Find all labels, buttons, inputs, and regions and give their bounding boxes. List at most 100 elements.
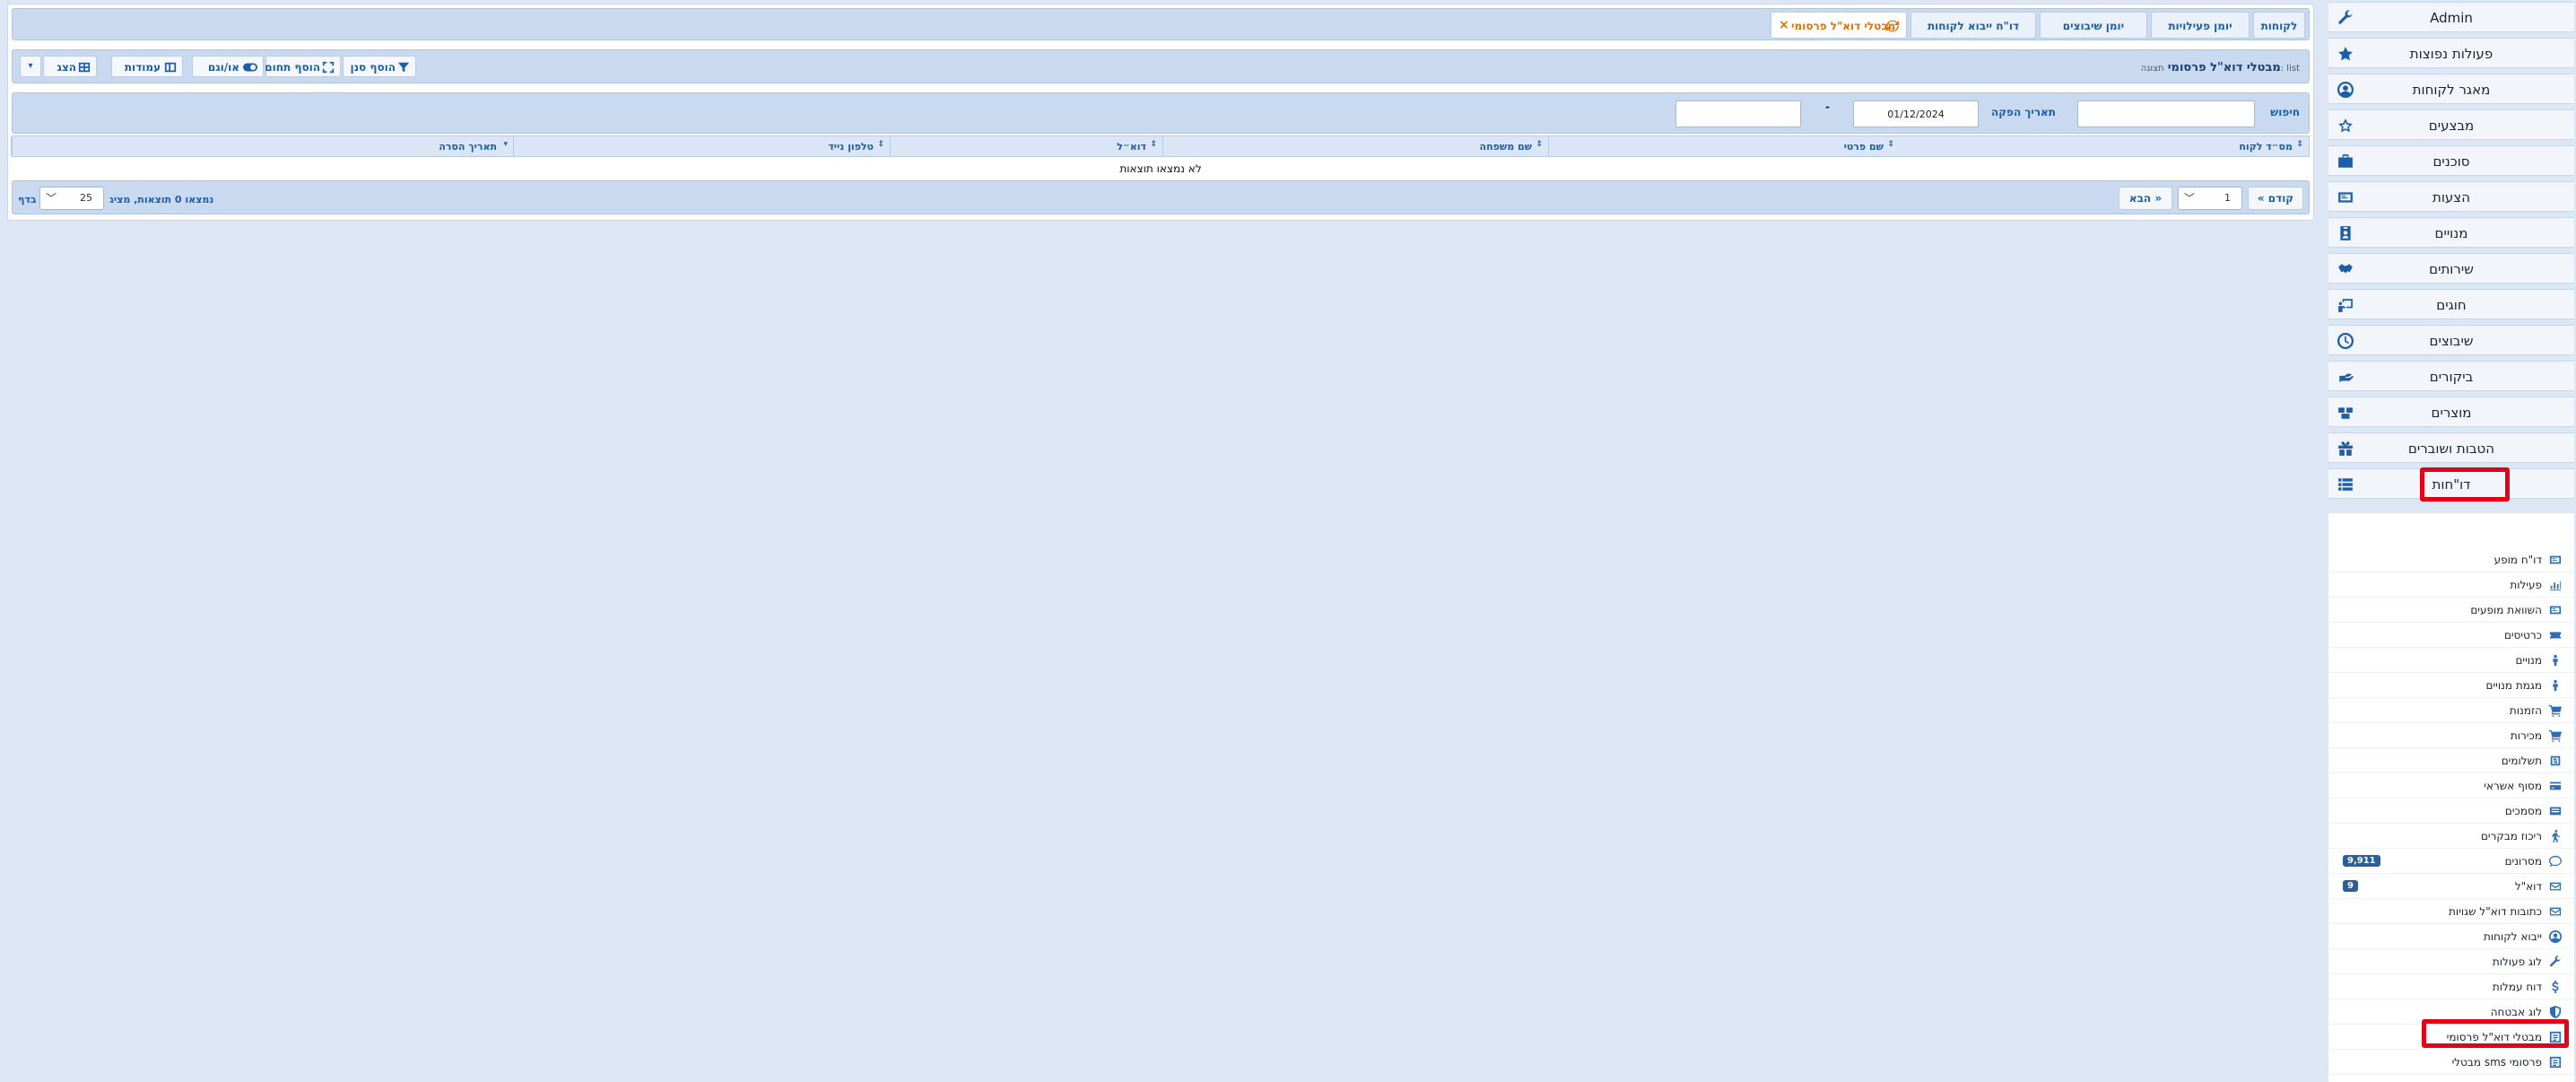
submenu-item-action-log[interactable]: לוג פעולות bbox=[2328, 949, 2574, 974]
cart-icon bbox=[2549, 704, 2562, 717]
tab-assignments-journal[interactable]: יומן שיבוצים bbox=[2040, 12, 2147, 39]
person-icon bbox=[2549, 679, 2562, 692]
submenu-item-activity[interactable]: פעילות bbox=[2328, 572, 2574, 598]
date-range-separator: - bbox=[1825, 100, 1830, 113]
submenu-item-documents[interactable]: מסמכים bbox=[2328, 798, 2574, 824]
filter-bar: חיפוש תאריך הפקה - bbox=[12, 92, 2310, 134]
boxes-icon bbox=[2337, 405, 2354, 421]
submenu-item-subscriptions[interactable]: מנויים bbox=[2328, 648, 2574, 673]
columns-button[interactable]: עמודות bbox=[111, 56, 183, 77]
gift-icon bbox=[2337, 441, 2354, 457]
empty-results-message: לא נמצאו תוצאות bbox=[12, 157, 2310, 180]
sidebar-item-promotions[interactable]: מבצעים bbox=[2328, 109, 2574, 140]
column-header-removal-date[interactable]: ▾ תאריך הסרה bbox=[11, 136, 513, 156]
submenu-item-show-report[interactable]: דו"ח מופע bbox=[2328, 547, 2574, 572]
main-panel: לקוחות יומן פעילויות יומן שיבוצים דו"ח י… bbox=[7, 4, 2314, 221]
next-page-button[interactable]: הבא » bbox=[2119, 187, 2172, 210]
results-count-text: נמצאו 0 תוצאות, מציג bbox=[109, 194, 214, 205]
submenu-item-payments[interactable]: תשלומים bbox=[2328, 748, 2574, 773]
submenu-item-email-unsubscribers[interactable]: מבטלי דוא"ל פרסומי bbox=[2328, 1019, 2574, 1050]
sidebar-item-reports[interactable]: דו"חות bbox=[2328, 467, 2574, 502]
ticket-icon bbox=[2549, 629, 2562, 641]
sidebar-item-benefits-vouchers[interactable]: הטבות ושוברים bbox=[2328, 432, 2574, 463]
show-button[interactable]: הצג bbox=[43, 56, 97, 77]
prev-page-button[interactable]: « קודם bbox=[2248, 187, 2303, 210]
submenu-item-credit-terminal[interactable]: מסוף אשראי bbox=[2328, 773, 2574, 798]
date-to-input[interactable] bbox=[1675, 100, 1801, 127]
submenu-item-subscription-trend[interactable]: מגמת מנויים bbox=[2328, 673, 2574, 698]
submenu-item-sales[interactable]: מכירות bbox=[2328, 723, 2574, 748]
submenu-item-import-customers[interactable]: ייבוא לקוחות bbox=[2328, 924, 2574, 949]
tab-label: לקוחות bbox=[2260, 20, 2298, 32]
tab-activity-journal[interactable]: יומן פעילויות bbox=[2151, 12, 2250, 39]
tab-customers[interactable]: לקוחות bbox=[2253, 12, 2305, 39]
submenu-item-sms-unsubscribers[interactable]: מבטלי sms פרסומי bbox=[2328, 1050, 2574, 1075]
sidebar-item-services[interactable]: שירותים bbox=[2328, 253, 2574, 284]
sidebar-item-assignments[interactable]: שיבוצים bbox=[2328, 325, 2574, 355]
walker-icon bbox=[2549, 830, 2562, 842]
refresh-icon[interactable] bbox=[1886, 20, 1899, 32]
submenu-item-compare-shows[interactable]: השוואת מופעים bbox=[2328, 598, 2574, 623]
button-label: הוסף סנן bbox=[350, 61, 396, 74]
sidebar-item-common-actions[interactable]: פעולות נפוצות bbox=[2328, 38, 2574, 68]
sidebar-item-customers-db[interactable]: מאגר לקוחות bbox=[2328, 74, 2574, 104]
toolbar: מבטלי דוא"ל פרסומי תצוגה: list הוסף סנן … bbox=[12, 49, 2310, 83]
close-icon[interactable]: × bbox=[1779, 18, 1789, 32]
date-from-input[interactable] bbox=[1853, 100, 1979, 127]
search-label: חיפוש bbox=[2270, 106, 2300, 118]
reports-highlight bbox=[2420, 467, 2510, 502]
search-input[interactable] bbox=[2077, 100, 2255, 127]
sidebar: Admin פעולות נפוצות מאגר לקוחות מבצעים ס… bbox=[2328, 0, 2574, 1082]
sort-icon: ⇕ bbox=[1536, 140, 1543, 149]
column-header-email[interactable]: ⇕ דוא״ל bbox=[890, 136, 1162, 156]
sidebar-item-offers[interactable]: הצעות bbox=[2328, 181, 2574, 212]
toggle-icon bbox=[243, 61, 257, 74]
wrench-icon bbox=[2549, 955, 2562, 968]
pagination-bar: « קודם 1 ﹀ הבא » בדף 25 ﹀ נמצאו 0 תוצאות… bbox=[12, 180, 2310, 214]
submenu-item-tickets[interactable]: כרטיסים bbox=[2328, 623, 2574, 648]
tab-email-unsubscribers[interactable]: מבטלי דוא"ל פרסומי × bbox=[1771, 12, 1907, 39]
button-label: הוסף תחום bbox=[265, 61, 320, 74]
chalkboard-icon bbox=[2337, 297, 2354, 313]
active-item-highlight bbox=[2422, 1019, 2569, 1048]
submenu-item-orders[interactable]: הזמנות bbox=[2328, 698, 2574, 723]
sidebar-item-admin[interactable]: Admin bbox=[2328, 2, 2574, 32]
sidebar-item-products[interactable]: מוצרים bbox=[2328, 397, 2574, 427]
card-icon bbox=[2337, 189, 2354, 205]
column-header-first-name[interactable]: ⇕ שם פרטי bbox=[1548, 136, 1900, 156]
submenu-item-email[interactable]: דוא"ל 9 bbox=[2328, 874, 2574, 899]
tab-label: יומן שיבוצים bbox=[2062, 20, 2125, 32]
sort-icon: ⇕ bbox=[1887, 140, 1894, 149]
add-filter-button[interactable]: הוסף סנן bbox=[343, 56, 416, 77]
list-box-icon bbox=[2549, 1056, 2562, 1069]
envelope-icon bbox=[2549, 905, 2562, 918]
button-label: עמודות bbox=[124, 61, 161, 74]
page-select[interactable]: 1 ﹀ bbox=[2178, 187, 2242, 210]
star-outline-icon bbox=[2337, 118, 2354, 134]
filter-icon bbox=[397, 61, 410, 74]
show-dropdown-caret[interactable]: ▾ bbox=[20, 56, 41, 77]
person-icon bbox=[2549, 654, 2562, 667]
sidebar-item-visits[interactable]: ביקורים bbox=[2328, 361, 2574, 391]
column-header-mobile-phone[interactable]: ⇕ טלפון נייד bbox=[513, 136, 890, 156]
column-header-customer-id[interactable]: ⇕ מס״ד לקוח bbox=[1900, 136, 2309, 156]
sort-icon: ⇕ bbox=[1150, 140, 1157, 149]
id-badge-icon bbox=[2337, 225, 2354, 241]
dollar-icon bbox=[2549, 981, 2562, 993]
submenu-item-sms[interactable]: מסרונים 9,911 bbox=[2328, 849, 2574, 874]
credit-card-icon bbox=[2549, 780, 2562, 792]
tab-import-report[interactable]: דו"ח ייבוא לקוחות bbox=[1910, 12, 2036, 39]
column-header-last-name[interactable]: ⇕ שם משפחה bbox=[1162, 136, 1548, 156]
submenu-item-invalid-emails[interactable]: כתובות דוא"ל שגויות bbox=[2328, 899, 2574, 924]
submenu-item-commission-report[interactable]: דוח עמלות bbox=[2328, 974, 2574, 999]
and-or-toggle[interactable]: או/וגם bbox=[192, 56, 264, 77]
submenu-item-visitors-summary[interactable]: ריכוז מבקרים bbox=[2328, 824, 2574, 849]
per-page-value: 25 bbox=[80, 192, 92, 204]
add-range-button[interactable]: הוסף תחום bbox=[265, 56, 341, 77]
per-page-select[interactable]: 25 ﹀ bbox=[39, 187, 104, 210]
money-icon bbox=[2549, 755, 2562, 767]
sidebar-item-subscriptions[interactable]: מנויים bbox=[2328, 217, 2574, 248]
envelope-icon bbox=[2549, 880, 2562, 893]
sidebar-item-classes[interactable]: חוגים bbox=[2328, 289, 2574, 319]
sidebar-item-agents[interactable]: סוכנים bbox=[2328, 145, 2574, 176]
